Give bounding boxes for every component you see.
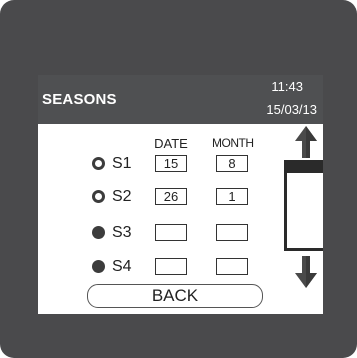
scroll-down-button[interactable] xyxy=(294,255,318,289)
arrow-down-icon xyxy=(295,256,317,288)
season-s3-radio[interactable] xyxy=(92,226,105,239)
clock-date: 15/03/13 xyxy=(266,102,317,117)
page-title: SEASONS xyxy=(42,91,117,108)
season-row-s4: S4 xyxy=(38,256,278,278)
season-s2-date-field[interactable]: 26 xyxy=(155,188,187,205)
season-s2-month-field[interactable]: 1 xyxy=(216,188,248,205)
header-bar: SEASONS 11:43 15/03/13 xyxy=(38,75,323,124)
season-row-s2: S2 26 1 xyxy=(38,186,278,208)
season-s3-month-field[interactable] xyxy=(216,224,248,241)
date-column-header: DATE xyxy=(154,136,188,151)
season-s4-month-field[interactable] xyxy=(216,258,248,275)
season-s1-radio[interactable] xyxy=(92,157,105,170)
clock-time: 11:43 xyxy=(271,79,303,94)
scrollbar-thumb[interactable] xyxy=(287,163,323,173)
season-s4-date-field[interactable] xyxy=(155,258,187,275)
season-s3-date-field[interactable] xyxy=(155,224,187,241)
arrow-up-icon xyxy=(295,126,317,158)
season-row-s3: S3 xyxy=(38,222,278,244)
season-row-s1: S1 15 8 xyxy=(38,153,278,175)
season-s4-radio[interactable] xyxy=(92,260,105,273)
scrollbar-track[interactable] xyxy=(284,160,323,251)
season-s1-label: S1 xyxy=(112,155,132,172)
display-screen: SEASONS 11:43 15/03/13 DATE MONTH S1 15 … xyxy=(38,75,323,314)
back-button[interactable]: BACK xyxy=(87,284,263,308)
season-s3-label: S3 xyxy=(112,224,132,241)
season-s2-radio[interactable] xyxy=(92,190,105,203)
season-s1-month-field[interactable]: 8 xyxy=(216,155,248,172)
season-s1-date-field[interactable]: 15 xyxy=(155,155,187,172)
season-s4-label: S4 xyxy=(112,258,132,275)
scroll-up-button[interactable] xyxy=(294,125,318,159)
device-bezel: SEASONS 11:43 15/03/13 DATE MONTH S1 15 … xyxy=(0,0,357,358)
season-s2-label: S2 xyxy=(112,188,132,205)
month-column-header: MONTH xyxy=(212,136,254,150)
